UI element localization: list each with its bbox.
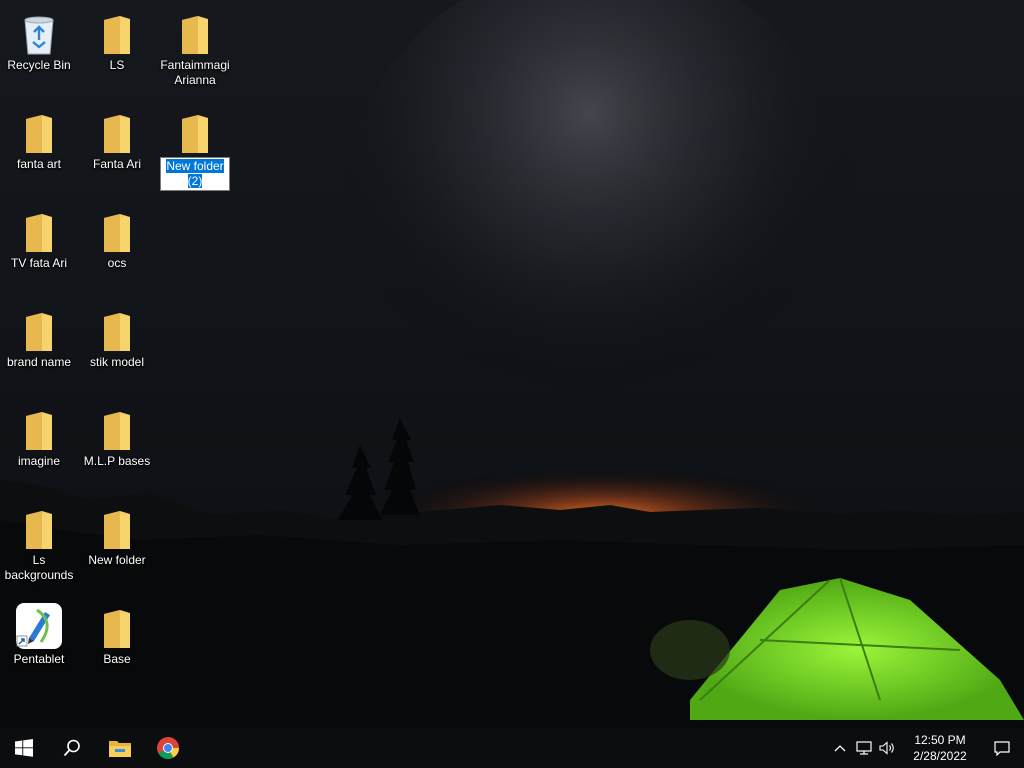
desktop-icon-base[interactable]: Base [79, 602, 155, 667]
recycle-bin-icon [24, 16, 54, 55]
folder-icon [26, 511, 52, 549]
clock-date: 2/28/2022 [913, 749, 967, 763]
icon-glyph [15, 503, 63, 551]
icon-label: ocs [107, 256, 127, 270]
folder-icon [182, 115, 208, 153]
icon-glyph [15, 305, 63, 353]
icon-glyph [93, 503, 141, 551]
desktop-icon-pentablet[interactable]: Pentablet [1, 602, 77, 667]
folder-icon [104, 511, 130, 549]
folder-icon [104, 214, 130, 252]
folder-icon [104, 313, 130, 351]
icon-label: imagine [17, 454, 61, 468]
desktop-icon-new-folder-2[interactable]: New folder (2) [157, 107, 233, 191]
icon-label: Fantaimmagi Arianna [160, 58, 230, 87]
folder-icon [104, 610, 130, 648]
file-explorer-button[interactable] [96, 728, 144, 768]
icon-glyph [15, 8, 63, 56]
taskbar-clock[interactable]: 12:50 PM 2/28/2022 [900, 732, 980, 764]
desktop-icon-new-folder[interactable]: New folder [79, 503, 155, 568]
icon-glyph [15, 206, 63, 254]
action-center-button[interactable] [980, 728, 1024, 768]
network-icon [856, 741, 872, 755]
clock-time: 12:50 PM [914, 733, 966, 747]
start-button[interactable] [0, 728, 48, 768]
icon-glyph [93, 8, 141, 56]
icon-glyph [93, 305, 141, 353]
desktop-icon-ls[interactable]: LS [79, 8, 155, 73]
icon-label: M.L.P bases [83, 454, 151, 468]
chrome-icon [157, 737, 179, 759]
icon-glyph [171, 8, 219, 56]
icon-label: New folder [88, 553, 146, 567]
folder-icon [26, 115, 52, 153]
system-tray: 12:50 PM 2/28/2022 [828, 728, 1024, 768]
notification-icon [994, 740, 1010, 756]
folder-icon [104, 412, 130, 450]
icon-glyph [171, 107, 219, 155]
icon-label: Fanta Ari [92, 157, 142, 171]
desktop-icon-ls-backgrounds[interactable]: Ls backgrounds [1, 503, 77, 583]
taskbar: 12:50 PM 2/28/2022 [0, 728, 1024, 768]
icon-glyph [93, 206, 141, 254]
network-button[interactable] [852, 728, 876, 768]
chevron-up-icon [834, 745, 846, 752]
desktop-icon-fanta-ari[interactable]: Fanta Ari [79, 107, 155, 172]
icon-label: TV fata Ari [10, 256, 68, 270]
volume-button[interactable] [876, 728, 900, 768]
icon-label: Ls backgrounds [4, 553, 74, 582]
icon-label: Base [103, 652, 131, 666]
volume-icon [879, 741, 894, 755]
rename-textbox[interactable]: New folder (2) [160, 157, 230, 191]
pentablet-app-icon [16, 603, 62, 649]
desktop-icon-m-l-p-bases[interactable]: M.L.P bases [79, 404, 155, 469]
chrome-button[interactable] [144, 728, 192, 768]
icon-glyph [15, 404, 63, 452]
icon-label: stik model [89, 355, 145, 369]
folder-icon [182, 16, 208, 54]
folder-icon [104, 115, 130, 153]
folder-icon [26, 412, 52, 450]
icon-glyph [93, 602, 141, 650]
icon-glyph [93, 107, 141, 155]
icon-glyph [15, 602, 63, 650]
folder-icon [26, 214, 52, 252]
folder-icon [26, 313, 52, 351]
icon-label: Pentablet [13, 652, 65, 666]
desktop-icon-ocs[interactable]: ocs [79, 206, 155, 271]
search-icon [63, 739, 80, 757]
file-explorer-icon [109, 741, 131, 757]
desktop-icon-brand-name[interactable]: brand name [1, 305, 77, 370]
icon-label: brand name [6, 355, 72, 369]
icon-glyph [15, 107, 63, 155]
folder-icon [104, 16, 130, 54]
search-button[interactable] [48, 728, 96, 768]
icon-label: LS [109, 58, 125, 72]
icon-label: fanta art [16, 157, 62, 171]
desktop-icon-imagine[interactable]: imagine [1, 404, 77, 469]
windows-start-icon [15, 739, 33, 757]
desktop-icon-tv-fata-ari[interactable]: TV fata Ari [1, 206, 77, 271]
icon-label: Recycle Bin [7, 58, 71, 72]
desktop-icon-fantaimmagi-arianna[interactable]: Fantaimmagi Arianna [157, 8, 233, 88]
show-hidden-icons-button[interactable] [828, 728, 852, 768]
desktop-icon-fanta-art[interactable]: fanta art [1, 107, 77, 172]
desktop-icon-recycle-bin[interactable]: Recycle Bin [1, 8, 77, 73]
desktop-icon-stik-model[interactable]: stik model [79, 305, 155, 370]
icon-glyph [93, 404, 141, 452]
desktop: Recycle Bin LS Fantaimmagi Arianna fanta ar… [0, 0, 1024, 728]
